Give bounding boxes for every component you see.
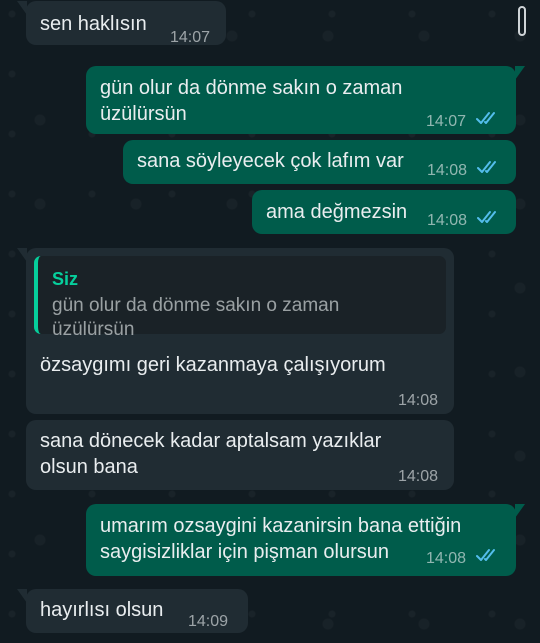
quoted-message[interactable]: Siz gün olur da dönme sakın o zaman üzül…: [34, 256, 446, 340]
message-bubble-incoming[interactable]: sana dönecek kadar aptalsam yazıklar ols…: [26, 420, 454, 490]
message-text-line: umarım ozsaygini kazanirsin bana ettiğin: [100, 515, 462, 537]
message-bubble-incoming[interactable]: hayırlısı olsun 14:09: [17, 589, 248, 633]
message-bubble-outgoing[interactable]: sana söyleyecek çok lafım var 14:08: [123, 140, 516, 184]
quoted-author: Siz: [52, 269, 79, 289]
double-check-icon: [476, 112, 495, 124]
message-text: sana söyleyecek çok lafım var: [137, 150, 404, 172]
message-bubble-outgoing[interactable]: umarım ozsaygini kazanirsin bana ettiğin…: [86, 504, 525, 576]
message-time: 14:09: [188, 613, 229, 630]
message-time: 14:08: [398, 392, 439, 409]
double-check-icon: [477, 211, 496, 223]
scrollbar[interactable]: [518, 6, 526, 36]
message-text-line: sana dönecek kadar aptalsam yazıklar: [40, 430, 382, 452]
message-time: 14:07: [426, 113, 467, 130]
message-bubble-incoming[interactable]: Siz gün olur da dönme sakın o zaman üzül…: [17, 248, 454, 414]
double-check-icon: [477, 161, 496, 173]
message-text: sen haklısın: [40, 13, 147, 35]
message-text-line: saygisizliklar için pişman olursun: [100, 541, 389, 563]
message-bubble-outgoing[interactable]: gün olur da dönme sakın o zaman üzülürsü…: [86, 66, 525, 134]
message-text: hayırlısı olsun: [40, 599, 164, 621]
message-text-line: gün olur da dönme sakın o zaman: [100, 77, 403, 99]
message-bubble-outgoing[interactable]: ama değmezsin 14:08: [252, 190, 516, 234]
message-time: 14:07: [170, 29, 211, 46]
message-time: 14:08: [426, 550, 467, 567]
message-text-line: olsun bana: [40, 456, 138, 478]
message-time: 14:08: [427, 162, 468, 179]
message-text-line: üzülürsün: [100, 103, 187, 125]
message-time: 14:08: [398, 468, 439, 485]
message-time: 14:08: [427, 212, 468, 229]
message-bubble-incoming[interactable]: sen haklısın 14:07: [17, 1, 226, 46]
quoted-text: gün olur da dönme sakın o zaman üzülürsü…: [52, 295, 340, 340]
message-text: özsaygımı geri kazanmaya çalışıyorum: [40, 354, 386, 376]
double-check-icon: [476, 549, 495, 561]
message-text: ama değmezsin: [266, 201, 408, 223]
